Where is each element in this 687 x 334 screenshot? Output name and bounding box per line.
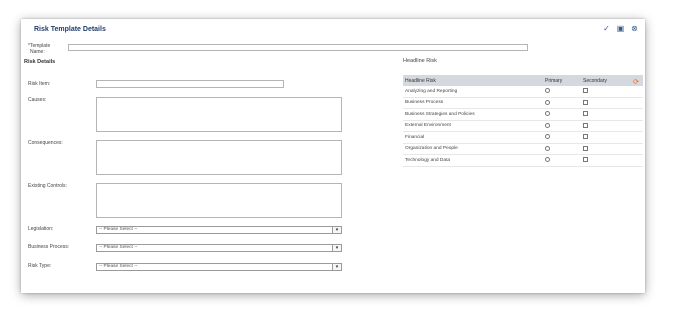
- risk-item-input[interactable]: [96, 80, 284, 88]
- headline-risk-name: Business Strategies and Policies: [405, 111, 475, 117]
- headline-risk-name: External Environment: [405, 123, 451, 128]
- template-name-label-line2: Name:: [30, 49, 45, 55]
- business-process-label: Business Process:: [28, 244, 70, 250]
- risk-type-label: Risk Type:: [28, 263, 52, 269]
- risk-item-label: Risk Item:: [28, 81, 51, 87]
- spellcheck-icon[interactable]: ✓: [602, 24, 611, 33]
- dialog-toolbar: ✓ ▣ ⊗: [602, 24, 639, 33]
- table-row: Organization and People: [403, 144, 643, 155]
- secondary-checkbox[interactable]: [583, 157, 588, 162]
- headline-risk-title: Headline Risk: [403, 58, 437, 64]
- consequences-textarea[interactable]: [96, 140, 342, 175]
- primary-radio[interactable]: [545, 111, 550, 116]
- primary-radio[interactable]: [545, 88, 550, 93]
- risk-template-dialog: Risk Template Details ✓ ▣ ⊗ *Template Na…: [21, 19, 645, 293]
- table-body: Analyzing and Reporting Business Process B…: [403, 86, 643, 167]
- existing-controls-textarea[interactable]: [96, 183, 342, 218]
- column-header-name: Headline Risk: [405, 78, 436, 84]
- primary-radio[interactable]: [545, 157, 550, 162]
- consequences-label: Consequences:: [28, 140, 63, 146]
- headline-risk-table: Headline Risk Primary Secondary ⟳ Analyz…: [403, 75, 643, 167]
- dialog-title: Risk Template Details: [34, 26, 106, 33]
- secondary-checkbox[interactable]: [583, 145, 588, 151]
- risk-type-select[interactable]: -- Please Select -- ▾: [96, 263, 342, 271]
- risk-type-select-value: -- Please Select --: [99, 264, 138, 269]
- table-row: Business Strategies and Policies: [403, 109, 643, 121]
- primary-radio[interactable]: [545, 145, 550, 151]
- secondary-checkbox[interactable]: [583, 99, 588, 105]
- chevron-down-icon[interactable]: ▾: [332, 245, 341, 251]
- table-header: Headline Risk Primary Secondary ⟳: [403, 75, 643, 86]
- template-name-input[interactable]: [68, 44, 528, 51]
- primary-radio[interactable]: [545, 122, 550, 128]
- column-header-secondary: Secondary: [583, 78, 607, 84]
- risk-details-title: Risk Details: [24, 59, 56, 65]
- existing-controls-label: Existing Controls:: [28, 183, 67, 189]
- business-process-select[interactable]: -- Please Select -- ▾: [96, 244, 342, 252]
- column-header-primary: Primary: [545, 78, 563, 84]
- secondary-checkbox[interactable]: [583, 111, 588, 116]
- secondary-checkbox[interactable]: [583, 134, 588, 139]
- headline-risk-name: Financial: [405, 134, 425, 140]
- save-icon[interactable]: ▣: [616, 24, 625, 33]
- table-row: Technology and Data: [403, 155, 643, 167]
- table-row: Analyzing and Reporting: [403, 86, 643, 98]
- legislation-select[interactable]: -- Please Select -- ▾: [96, 226, 342, 234]
- secondary-checkbox[interactable]: [583, 88, 588, 93]
- primary-radio[interactable]: [545, 99, 550, 105]
- headline-risk-name: Business Process: [405, 100, 444, 105]
- chevron-down-icon[interactable]: ▾: [332, 264, 341, 270]
- table-row: Business Process: [403, 98, 643, 109]
- table-row: Financial: [403, 132, 643, 144]
- causes-label: Causes:: [28, 97, 47, 103]
- headline-risk-name: Technology and Data: [405, 157, 451, 163]
- refresh-icon[interactable]: ⟳: [633, 78, 639, 86]
- secondary-checkbox[interactable]: [583, 122, 588, 128]
- business-process-select-value: -- Please Select --: [99, 245, 138, 250]
- close-icon[interactable]: ⊗: [630, 24, 639, 33]
- legislation-label: Legislation:: [28, 226, 54, 232]
- headline-risk-name: Analyzing and Reporting: [405, 88, 458, 94]
- primary-radio[interactable]: [545, 134, 550, 139]
- headline-risk-name: Organization and People: [405, 146, 458, 151]
- legislation-select-value: -- Please Select --: [99, 227, 138, 232]
- table-row: External Environment: [403, 121, 643, 132]
- causes-textarea[interactable]: [96, 97, 342, 132]
- chevron-down-icon[interactable]: ▾: [332, 227, 341, 233]
